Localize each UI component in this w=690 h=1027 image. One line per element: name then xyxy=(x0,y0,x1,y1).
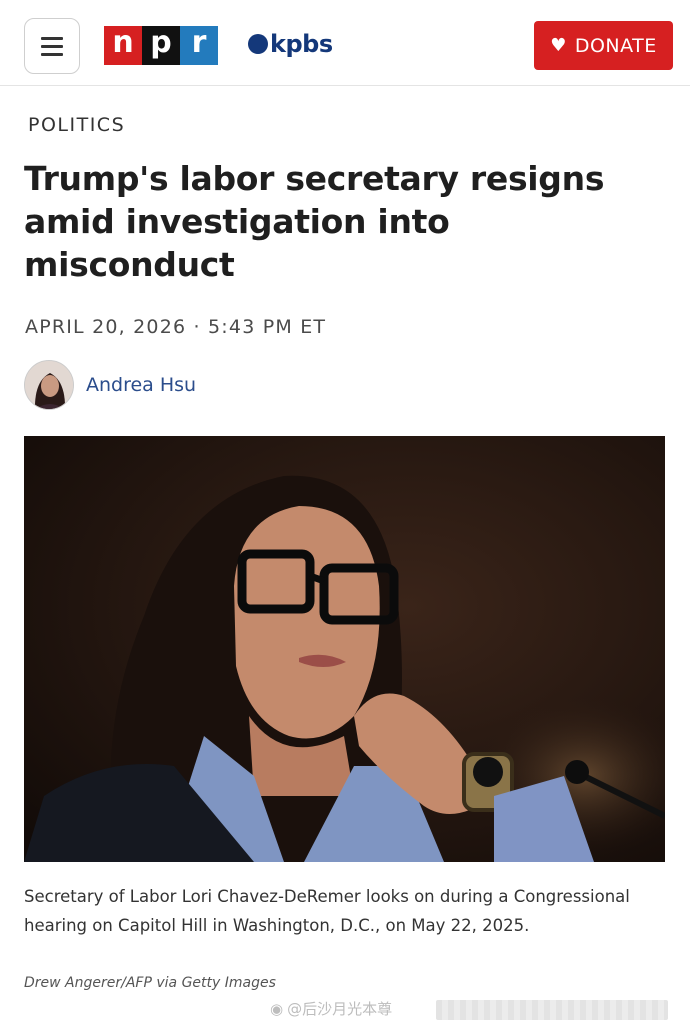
npr-logo-n: n xyxy=(104,25,142,65)
donate-button[interactable]: ♥ DONATE xyxy=(534,21,673,70)
kpbs-dot-icon xyxy=(248,34,268,54)
article-photo-image xyxy=(24,436,665,862)
section-label[interactable]: POLITICS xyxy=(28,114,125,136)
hamburger-icon xyxy=(41,36,63,40)
watermark-blur xyxy=(436,1000,668,1020)
weibo-icon: ◉ xyxy=(270,999,284,1018)
npr-logo-p: p xyxy=(142,25,180,65)
dateline: APRIL 20, 2026 · 5:43 PM ET xyxy=(25,316,327,338)
photo-caption: Secretary of Labor Lori Chavez-DeRemer l… xyxy=(24,887,630,935)
kpbs-label: kpbs xyxy=(270,30,333,58)
menu-button[interactable] xyxy=(24,18,80,74)
watermark: ◉ @后沙月光本尊 xyxy=(270,998,392,1019)
kpbs-logo[interactable]: kpbs xyxy=(248,30,333,58)
byline: Andrea Hsu xyxy=(24,360,196,410)
donate-label: DONATE xyxy=(574,34,657,57)
article-photo[interactable] xyxy=(24,436,665,862)
author-avatar-image xyxy=(25,361,73,409)
author-name[interactable]: Andrea Hsu xyxy=(86,374,196,396)
heart-icon: ♥ xyxy=(550,35,567,56)
npr-logo-r: r xyxy=(180,25,218,65)
watermark-text: @后沙月光本尊 xyxy=(287,1000,393,1018)
author-avatar[interactable] xyxy=(24,360,74,410)
photo-credit: Drew Angerer/AFP via Getty Images xyxy=(24,975,276,991)
site-header: n p r kpbs ♥ DONATE xyxy=(0,0,690,86)
headline: Trump's labor secretary resigns amid inv… xyxy=(24,159,605,284)
npr-logo[interactable]: n p r xyxy=(104,25,218,65)
